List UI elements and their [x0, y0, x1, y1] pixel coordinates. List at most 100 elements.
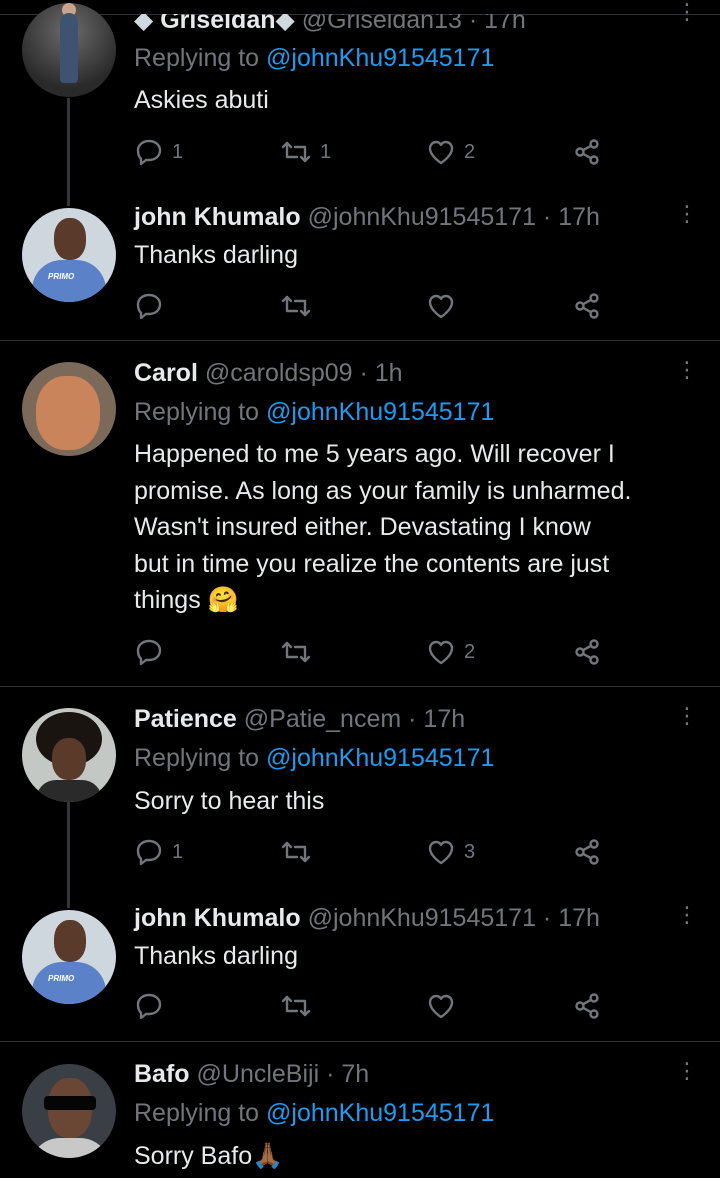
like-icon — [426, 637, 456, 667]
retweet-button[interactable]: 1 — [280, 134, 331, 170]
retweet-button[interactable] — [280, 288, 320, 324]
like-icon — [426, 291, 456, 321]
reply-icon — [134, 291, 164, 321]
avatar[interactable]: PRIMO — [22, 910, 116, 1004]
user-handle[interactable]: @caroldsp09 — [205, 359, 353, 387]
user-handle[interactable]: @Griseldan13 — [302, 14, 462, 34]
verified-badge-icon: ◆ — [275, 6, 295, 34]
user-handle[interactable]: @UncleBiji — [197, 1060, 320, 1088]
divider — [0, 340, 720, 341]
share-icon — [572, 637, 602, 667]
avatar[interactable] — [22, 3, 116, 97]
timestamp[interactable]: · 17h — [543, 203, 600, 231]
share-icon — [572, 837, 602, 867]
like-icon — [426, 137, 456, 167]
thread-line — [67, 98, 70, 206]
avatar[interactable] — [22, 708, 116, 802]
avatar[interactable] — [22, 1064, 116, 1158]
timestamp[interactable]: · 7h — [326, 1060, 369, 1088]
more-options-icon[interactable]: ⋮ — [676, 1, 698, 23]
share-button[interactable] — [572, 634, 602, 670]
user-handle[interactable]: @Patie_ncem — [244, 705, 401, 733]
replying-to-label: Replying to — [134, 44, 260, 72]
display-name[interactable]: Patience — [134, 705, 237, 733]
thread-line — [67, 800, 70, 908]
replying-to-label: Replying to — [134, 398, 260, 426]
more-options-icon[interactable]: ⋮ — [676, 705, 698, 727]
like-button[interactable] — [426, 288, 464, 324]
reply-button[interactable] — [134, 988, 172, 1024]
reply-icon — [134, 991, 164, 1021]
display-name[interactable]: Bafo — [134, 1060, 190, 1088]
tweet-text-line: Happened to me 5 years ago. Will recover… — [134, 440, 615, 468]
reply-button[interactable] — [134, 288, 172, 324]
like-button[interactable]: 3 — [426, 834, 475, 870]
like-button[interactable] — [426, 988, 464, 1024]
timestamp[interactable]: · 17h — [408, 705, 465, 733]
share-button[interactable] — [572, 288, 602, 324]
retweet-icon — [280, 837, 312, 867]
tweet-text: Thanks darling — [134, 942, 298, 970]
share-icon — [572, 991, 602, 1021]
replying-to: Replying to @johnKhu91545171 — [134, 40, 494, 77]
retweet-icon — [280, 137, 312, 167]
timestamp[interactable]: · 1h — [360, 359, 403, 387]
share-button[interactable] — [572, 988, 602, 1024]
mention-link[interactable]: @johnKhu91545171 — [266, 398, 494, 426]
tweet-text-line: things 🤗 — [134, 586, 239, 614]
display-name[interactable]: john Khumalo — [134, 904, 301, 932]
tweet-text-line: promise. As long as your family is unhar… — [134, 476, 632, 505]
display-name[interactable]: Griseldan — [160, 14, 275, 34]
retweet-button[interactable] — [280, 834, 320, 870]
user-handle[interactable]: @johnKhu91545171 — [308, 904, 536, 932]
avatar-logo-text: PRIMO — [48, 974, 75, 983]
replying-to: Replying to @johnKhu91545171 — [134, 1095, 494, 1132]
reply-icon — [134, 137, 164, 167]
tweet-text: Thanks darling — [134, 241, 298, 269]
retweet-button[interactable] — [280, 634, 320, 670]
replying-to: Replying to @johnKhu91545171 — [134, 740, 494, 777]
display-name[interactable]: john Khumalo — [134, 203, 301, 231]
like-count: 2 — [464, 640, 476, 663]
like-button[interactable]: 2 — [426, 134, 475, 170]
more-options-icon[interactable]: ⋮ — [676, 359, 698, 381]
user-handle[interactable]: @johnKhu91545171 — [308, 203, 536, 231]
reply-icon — [134, 637, 164, 667]
verified-badge-icon: ◆ — [134, 6, 154, 34]
share-button[interactable] — [572, 834, 602, 870]
replying-to-label: Replying to — [134, 1099, 260, 1127]
mention-link[interactable]: @johnKhu91545171 — [266, 744, 494, 772]
retweet-icon — [280, 991, 312, 1021]
avatar-logo-text: PRIMO — [48, 272, 75, 281]
retweet-icon — [280, 637, 312, 667]
more-options-icon[interactable]: ⋮ — [676, 203, 698, 225]
reply-count: 1 — [172, 140, 184, 163]
reply-button[interactable] — [134, 634, 172, 670]
retweet-count: 1 — [320, 140, 332, 163]
tweet-text-line: but in time you realize the contents are… — [134, 549, 610, 578]
retweet-icon — [280, 291, 312, 321]
mention-link[interactable]: @johnKhu91545171 — [266, 44, 494, 72]
timestamp[interactable]: · 17h — [543, 904, 600, 932]
share-button[interactable] — [572, 134, 602, 170]
share-icon — [572, 291, 602, 321]
avatar[interactable]: PRIMO — [22, 208, 116, 302]
retweet-button[interactable] — [280, 988, 320, 1024]
divider — [0, 686, 720, 687]
avatar[interactable] — [22, 362, 116, 456]
timestamp[interactable]: · 17h — [469, 14, 526, 34]
share-icon — [572, 137, 602, 167]
tweet-text: Sorry to hear this — [134, 787, 325, 815]
like-count: 2 — [464, 140, 476, 163]
like-icon — [426, 991, 456, 1021]
reply-button[interactable]: 1 — [134, 134, 183, 170]
divider — [0, 1041, 720, 1042]
more-options-icon[interactable]: ⋮ — [676, 904, 698, 926]
like-button[interactable]: 2 — [426, 634, 475, 670]
reply-icon — [134, 837, 164, 867]
display-name[interactable]: Carol — [134, 359, 198, 387]
reply-button[interactable]: 1 — [134, 834, 183, 870]
more-options-icon[interactable]: ⋮ — [676, 1060, 698, 1082]
mention-link[interactable]: @johnKhu91545171 — [266, 1099, 494, 1127]
tweet-text: Askies abuti — [134, 86, 269, 114]
